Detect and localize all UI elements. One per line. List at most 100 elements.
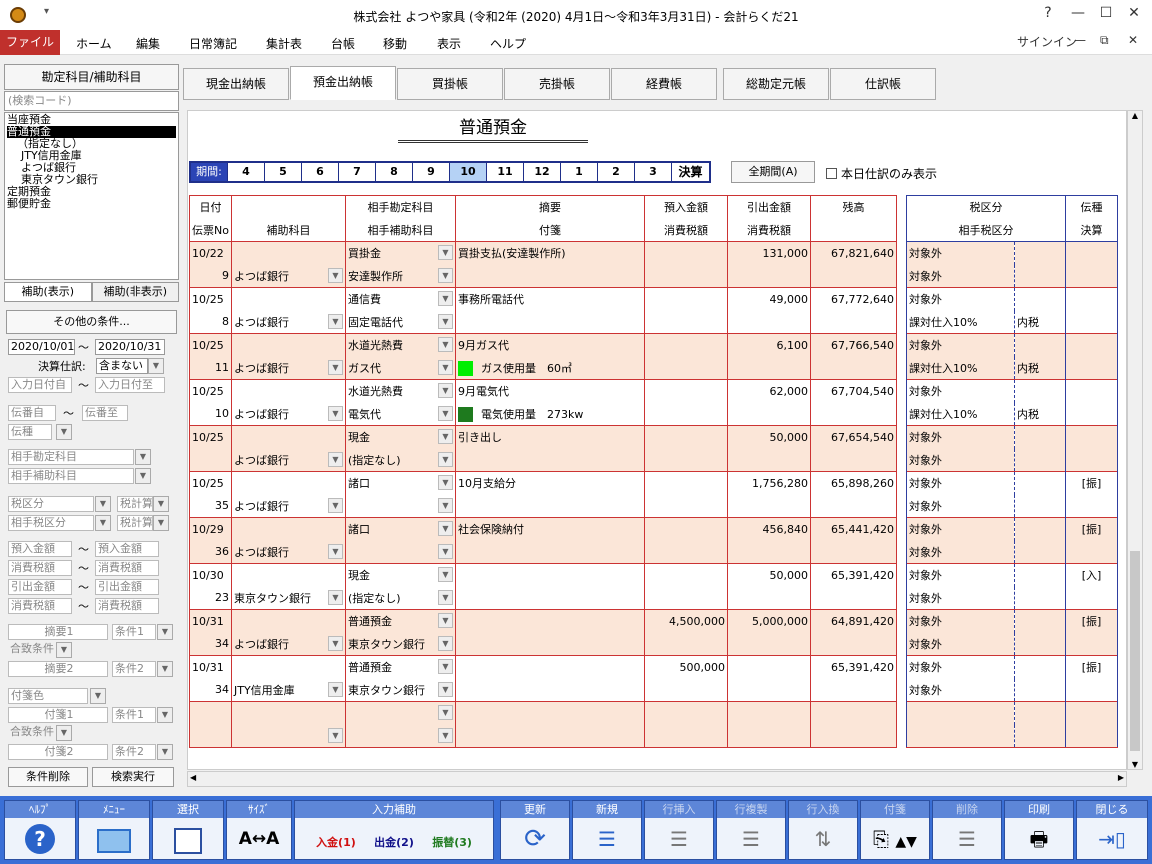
cell-tax2[interactable] bbox=[727, 586, 811, 610]
cell-tax-included[interactable] bbox=[1014, 632, 1066, 656]
account-search-input[interactable]: (検索コード) bbox=[4, 91, 179, 111]
cell-tax-included[interactable]: 内税 bbox=[1014, 310, 1066, 334]
cell-memo[interactable] bbox=[455, 609, 645, 633]
cond3-select[interactable]: 条件1 bbox=[112, 707, 156, 723]
cell-tag[interactable] bbox=[455, 264, 645, 288]
scroll-up-icon[interactable]: ▲ bbox=[1128, 111, 1142, 120]
minimize-button[interactable]: — bbox=[1068, 5, 1088, 21]
chevron-down-icon[interactable]: ▼ bbox=[438, 313, 453, 329]
cell-tax-included[interactable] bbox=[1014, 448, 1066, 472]
table-row[interactable]: 10 よつば銀行 ▼ 電気代 ▼ 電気使用量 273kw 課対仕入10% 内税 bbox=[189, 402, 1118, 426]
period-8[interactable]: 8 bbox=[375, 163, 412, 181]
cell-tax-included[interactable]: 内税 bbox=[1014, 356, 1066, 380]
table-row[interactable]: 10/25 現金 ▼ 引き出し 50,000 67,654,540 対象外 bbox=[189, 425, 1118, 449]
chevron-down-icon[interactable]: ▼ bbox=[95, 496, 111, 512]
cell-partner-sub[interactable]: 東京タウン銀行 ▼ bbox=[345, 678, 456, 702]
table-row[interactable]: 10/29 諸口 ▼ 社会保険納付 456,840 65,441,420 対象外 [振] bbox=[189, 517, 1118, 541]
cell-slip-no[interactable] bbox=[189, 448, 232, 472]
cell-slip-no[interactable]: 34 bbox=[189, 632, 232, 656]
cell-sub-account[interactable]: ▼ bbox=[231, 724, 346, 748]
cell-slip-kind[interactable] bbox=[1065, 241, 1118, 265]
cell-memo[interactable]: 引き出し bbox=[455, 425, 645, 449]
cell-memo[interactable]: 10月支給分 bbox=[455, 471, 645, 495]
chevron-down-icon[interactable]: ▼ bbox=[438, 383, 453, 398]
doc-close-icon[interactable]: ✕ bbox=[1128, 33, 1138, 47]
period-9[interactable]: 9 bbox=[412, 163, 449, 181]
cell-memo[interactable]: 9月ガス代 bbox=[455, 333, 645, 357]
cell-sub-account[interactable]: よつば銀行 ▼ bbox=[231, 310, 346, 334]
cell-partner-account[interactable]: 買掛金 ▼ bbox=[345, 241, 456, 265]
chevron-down-icon[interactable]: ▼ bbox=[328, 359, 343, 375]
menu-edit[interactable]: 編集 bbox=[136, 35, 160, 52]
cell-partner-account[interactable]: 水道光熱費 ▼ bbox=[345, 333, 456, 357]
cell-partner-tax[interactable]: 対象外 bbox=[906, 586, 1015, 610]
cond2-select[interactable]: 条件2 bbox=[112, 661, 156, 677]
cell-tax-class[interactable]: 対象外 bbox=[906, 241, 1015, 265]
cell-memo[interactable]: 9月電気代 bbox=[455, 379, 645, 403]
menu-ledger[interactable]: 台帳 bbox=[331, 35, 355, 52]
cell-tax-blank[interactable] bbox=[1014, 425, 1066, 449]
cell-partner-account[interactable]: 普通預金 ▼ bbox=[345, 609, 456, 633]
cell-slip-no[interactable]: 8 bbox=[189, 310, 232, 334]
cell-tax1[interactable] bbox=[644, 310, 728, 334]
row-swap-button[interactable]: 行入換 ⇅ bbox=[788, 800, 858, 860]
table-row[interactable]: ▼ ▼ bbox=[189, 724, 1118, 748]
cell-withdraw[interactable]: 1,756,280 bbox=[727, 471, 811, 495]
delete-button[interactable]: 削除 ☰ bbox=[932, 800, 1002, 860]
cell-deposit[interactable] bbox=[644, 517, 728, 541]
cell-slip-kind[interactable] bbox=[1065, 379, 1118, 403]
tag-button[interactable]: 付箋 ⎘ ▲▼ bbox=[860, 800, 930, 860]
cell-deposit[interactable]: 4,500,000 bbox=[644, 609, 728, 633]
cell-slip-no[interactable]: 23 bbox=[189, 586, 232, 610]
table-row[interactable]: 10/25 水道光熱費 ▼ 9月電気代 62,000 67,704,540 対象外 bbox=[189, 379, 1118, 403]
cell-memo[interactable] bbox=[455, 563, 645, 587]
all-period-button[interactable]: 全期間(A) bbox=[731, 161, 815, 183]
memo1-input[interactable]: 摘要1 bbox=[8, 624, 108, 640]
cell-tax2[interactable] bbox=[727, 310, 811, 334]
cell-slip-kind[interactable]: [振] bbox=[1065, 471, 1118, 495]
cell-tax-class[interactable] bbox=[906, 701, 1015, 725]
chevron-down-icon[interactable]: ▼ bbox=[438, 589, 453, 605]
chevron-down-icon[interactable]: ▼ bbox=[157, 661, 173, 677]
table-row[interactable]: 34 JTY信用金庫 ▼ 東京タウン銀行 ▼ 対象外 bbox=[189, 678, 1118, 702]
cell-partner-account[interactable]: 諸口 ▼ bbox=[345, 517, 456, 541]
chevron-down-icon[interactable]: ▼ bbox=[157, 707, 173, 723]
slip-kind-select[interactable]: 伝種 bbox=[8, 424, 52, 440]
cell-date[interactable]: 10/31 bbox=[189, 655, 232, 679]
tab-cash-book[interactable]: 現金出納帳 bbox=[183, 68, 289, 100]
cell-slip-no[interactable]: 35 bbox=[189, 494, 232, 518]
select-button[interactable]: 選択 bbox=[152, 800, 224, 860]
tax-calc2-select[interactable]: 税計算 bbox=[117, 515, 153, 531]
cell-tax-blank[interactable] bbox=[1014, 241, 1066, 265]
cell-tag[interactable] bbox=[455, 310, 645, 334]
other-conditions-button[interactable]: その他の条件... bbox=[6, 310, 177, 334]
cell-deposit[interactable]: 500,000 bbox=[644, 655, 728, 679]
cell-tax1[interactable] bbox=[644, 264, 728, 288]
cell-tax1[interactable] bbox=[644, 678, 728, 702]
today-only-checkbox[interactable]: 本日仕訳のみ表示 bbox=[826, 165, 937, 182]
cell-sub-account[interactable]: よつば銀行 ▼ bbox=[231, 402, 346, 426]
help-button[interactable]: ﾍﾙﾌﾟ ? bbox=[4, 800, 76, 860]
cell-tag[interactable] bbox=[455, 678, 645, 702]
cell-deposit[interactable] bbox=[644, 425, 728, 449]
cell-slip-kind[interactable]: [振] bbox=[1065, 517, 1118, 541]
cell-tax1[interactable] bbox=[644, 586, 728, 610]
scroll-right-icon[interactable]: ▶ bbox=[1118, 773, 1124, 782]
tab-expenses[interactable]: 経費帳 bbox=[611, 68, 717, 100]
chevron-down-icon[interactable]: ▼ bbox=[328, 681, 343, 697]
cell-tax-class[interactable]: 対象外 bbox=[906, 563, 1015, 587]
cell-tax-class[interactable]: 対象外 bbox=[906, 471, 1015, 495]
ribbon-minimize-icon[interactable]: — bbox=[1074, 33, 1086, 47]
cell-partner-tax[interactable]: 課対仕入10% bbox=[906, 356, 1015, 380]
cell-tax-included[interactable]: 内税 bbox=[1014, 402, 1066, 426]
cell-partner-account[interactable]: 現金 ▼ bbox=[345, 425, 456, 449]
date-from-input[interactable]: 2020/10/01 bbox=[8, 339, 75, 355]
cell-blank[interactable] bbox=[231, 241, 346, 265]
cell-blank[interactable] bbox=[231, 379, 346, 403]
table-row[interactable]: 10/22 買掛金 ▼ 買掛支払(安達製作所) 131,000 67,821,640 対象外 bbox=[189, 241, 1118, 265]
cell-tag[interactable] bbox=[455, 724, 645, 748]
cell-partner-account[interactable]: 現金 ▼ bbox=[345, 563, 456, 587]
tag1-input[interactable]: 付箋1 bbox=[8, 707, 108, 723]
cell-partner-sub[interactable]: ▼ bbox=[345, 540, 456, 564]
menu-daily[interactable]: 日常簿記 bbox=[189, 35, 237, 52]
